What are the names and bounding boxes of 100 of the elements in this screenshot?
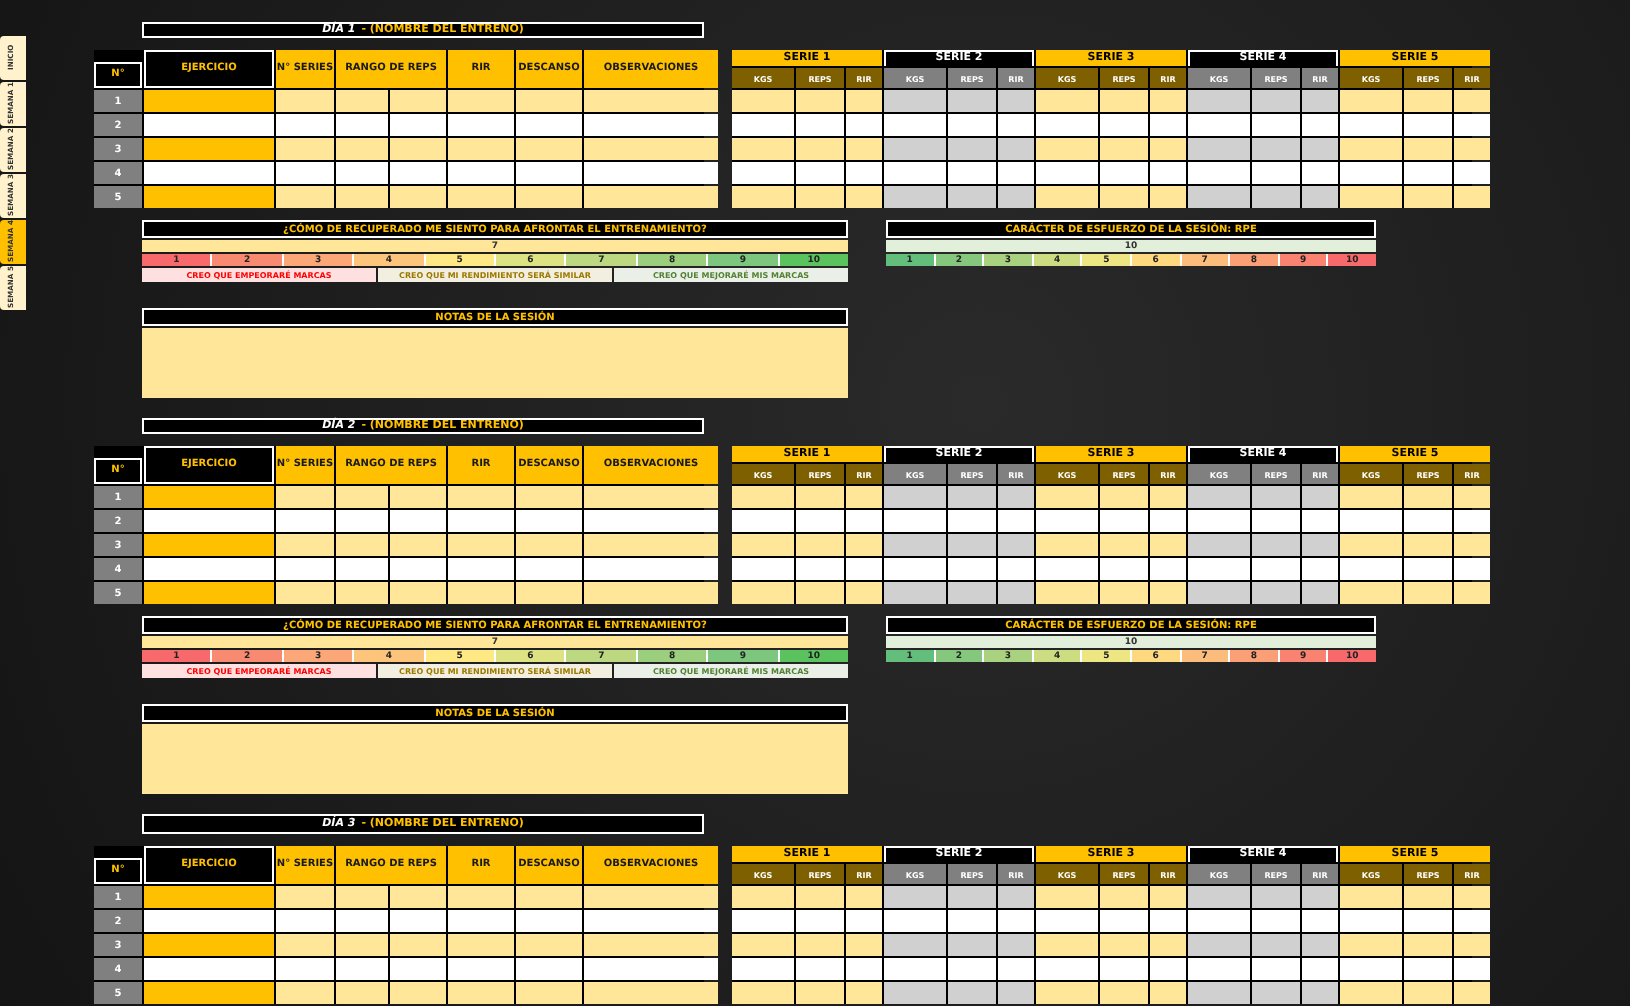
- table-cell[interactable]: [1340, 886, 1402, 908]
- table-cell[interactable]: [1188, 982, 1250, 1004]
- table-cell[interactable]: [1302, 910, 1338, 932]
- table-cell[interactable]: [1340, 582, 1402, 604]
- table-cell[interactable]: [1454, 486, 1490, 508]
- table-cell[interactable]: [1150, 558, 1186, 580]
- table-cell[interactable]: [1340, 486, 1402, 508]
- table-cell[interactable]: [276, 958, 334, 980]
- table-cell[interactable]: [846, 558, 882, 580]
- table-cell[interactable]: [796, 162, 844, 184]
- table-cell[interactable]: [390, 138, 446, 160]
- table-cell[interactable]: [1188, 90, 1250, 112]
- table-cell[interactable]: [390, 958, 446, 980]
- table-cell[interactable]: [846, 114, 882, 136]
- table-cell[interactable]: [1302, 138, 1338, 160]
- table-cell[interactable]: [948, 910, 996, 932]
- table-cell[interactable]: [998, 486, 1034, 508]
- table-cell[interactable]: [448, 114, 514, 136]
- table-cell[interactable]: [998, 138, 1034, 160]
- table-cell[interactable]: [884, 958, 946, 980]
- table-cell[interactable]: [732, 982, 794, 1004]
- table-cell[interactable]: [336, 934, 388, 956]
- table-cell[interactable]: [884, 558, 946, 580]
- table-cell[interactable]: [846, 582, 882, 604]
- table-cell[interactable]: [336, 162, 388, 184]
- table-cell[interactable]: [336, 886, 388, 908]
- table-cell[interactable]: [1100, 486, 1148, 508]
- table-cell[interactable]: [390, 558, 446, 580]
- table-cell[interactable]: [1188, 934, 1250, 956]
- table-cell[interactable]: [276, 186, 334, 208]
- table-cell[interactable]: [584, 138, 718, 160]
- table-cell[interactable]: [1302, 162, 1338, 184]
- table-cell[interactable]: [516, 982, 582, 1004]
- table-cell[interactable]: [1302, 558, 1338, 580]
- table-cell[interactable]: [1340, 558, 1402, 580]
- table-cell[interactable]: [1150, 582, 1186, 604]
- table-cell[interactable]: [998, 510, 1034, 532]
- table-cell[interactable]: [336, 982, 388, 1004]
- table-cell[interactable]: [846, 90, 882, 112]
- table-cell[interactable]: [1252, 510, 1300, 532]
- table-cell[interactable]: [390, 114, 446, 136]
- table-cell[interactable]: [516, 90, 582, 112]
- table-cell[interactable]: [1188, 138, 1250, 160]
- table-cell[interactable]: [1252, 558, 1300, 580]
- table-cell[interactable]: [948, 162, 996, 184]
- table-cell[interactable]: [948, 186, 996, 208]
- table-cell[interactable]: [276, 114, 334, 136]
- table-cell[interactable]: [448, 138, 514, 160]
- table-cell[interactable]: [796, 510, 844, 532]
- table-cell[interactable]: [796, 534, 844, 556]
- table-cell[interactable]: [1404, 582, 1452, 604]
- table-cell[interactable]: [846, 186, 882, 208]
- table-cell[interactable]: [448, 934, 514, 956]
- table-cell[interactable]: [796, 90, 844, 112]
- table-cell[interactable]: [1302, 114, 1338, 136]
- table-cell[interactable]: [276, 982, 334, 1004]
- table-cell[interactable]: [1454, 886, 1490, 908]
- table-cell[interactable]: [796, 910, 844, 932]
- table-cell[interactable]: [390, 934, 446, 956]
- table-cell[interactable]: [390, 982, 446, 1004]
- table-cell[interactable]: [584, 510, 718, 532]
- table-cell[interactable]: [448, 958, 514, 980]
- table-cell[interactable]: [516, 162, 582, 184]
- exercise-cell[interactable]: [144, 558, 274, 580]
- table-cell[interactable]: [584, 886, 718, 908]
- table-cell[interactable]: [516, 910, 582, 932]
- table-cell[interactable]: [1252, 138, 1300, 160]
- table-cell[interactable]: [584, 114, 718, 136]
- table-cell[interactable]: [1340, 162, 1402, 184]
- table-cell[interactable]: [1100, 186, 1148, 208]
- table-cell[interactable]: [1404, 90, 1452, 112]
- table-cell[interactable]: [584, 186, 718, 208]
- table-cell[interactable]: [1252, 910, 1300, 932]
- exercise-cell[interactable]: [144, 982, 274, 1004]
- table-cell[interactable]: [1340, 958, 1402, 980]
- table-cell[interactable]: [1404, 162, 1452, 184]
- table-cell[interactable]: [336, 582, 388, 604]
- table-cell[interactable]: [884, 90, 946, 112]
- exercise-cell[interactable]: [144, 910, 274, 932]
- table-cell[interactable]: [1340, 114, 1402, 136]
- table-cell[interactable]: [1454, 114, 1490, 136]
- table-cell[interactable]: [998, 114, 1034, 136]
- table-cell[interactable]: [1454, 90, 1490, 112]
- exercise-cell[interactable]: [144, 958, 274, 980]
- table-cell[interactable]: [948, 114, 996, 136]
- exercise-cell[interactable]: [144, 138, 274, 160]
- table-cell[interactable]: [584, 486, 718, 508]
- table-cell[interactable]: [390, 90, 446, 112]
- table-cell[interactable]: [448, 162, 514, 184]
- table-cell[interactable]: [1100, 886, 1148, 908]
- table-cell[interactable]: [846, 534, 882, 556]
- table-cell[interactable]: [276, 910, 334, 932]
- table-cell[interactable]: [516, 510, 582, 532]
- table-cell[interactable]: [1150, 162, 1186, 184]
- table-cell[interactable]: [884, 534, 946, 556]
- table-cell[interactable]: [1036, 934, 1098, 956]
- table-cell[interactable]: [1100, 534, 1148, 556]
- table-cell[interactable]: [1150, 910, 1186, 932]
- table-cell[interactable]: [390, 486, 446, 508]
- exercise-cell[interactable]: [144, 90, 274, 112]
